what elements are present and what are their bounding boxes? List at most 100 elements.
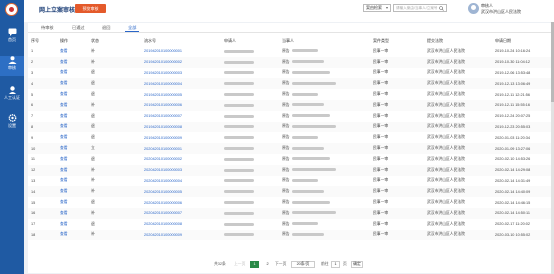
op-cell[interactable]: 查看 xyxy=(57,132,88,143)
party-cell: 原告 xyxy=(279,207,370,219)
op-cell[interactable]: 查看 xyxy=(57,207,88,219)
table-row: 17 查看退 202042010100000008 原告 民事一审 武汉市洪山区人民法院 2… xyxy=(28,219,551,230)
op-cell[interactable]: 查看 xyxy=(57,99,88,111)
no-cell: 17 xyxy=(31,222,36,227)
table-row: 6 查看补 201942010100000006 原告 民事一审 武汉市洪山区人民法院 20… xyxy=(28,99,551,111)
serial-cell[interactable]: 202042010100000008 xyxy=(141,219,221,230)
serial-cell[interactable]: 202042010100000009 xyxy=(141,229,221,241)
op-cell[interactable]: 查看 xyxy=(57,89,88,100)
table-row: 10 查看立 202042010100000001 原告 民事一审 武汉市洪山区人民法院 2… xyxy=(28,143,551,154)
serial-cell[interactable]: 201942010100000008 xyxy=(141,121,221,133)
serial-cell[interactable]: 202042010100000005 xyxy=(141,186,221,198)
serial-cell[interactable]: 202042010100000007 xyxy=(141,207,221,219)
search-input[interactable]: 请输入案由/当事人/立案号 xyxy=(393,4,447,12)
pagination: 共32条 上一页 1 2 下一页 20条/页 前往 1 页 确定 xyxy=(28,259,551,271)
applicant-cell xyxy=(221,219,279,230)
serial-cell[interactable]: 202042010100000004 xyxy=(141,176,221,187)
status-cell: 退 xyxy=(91,156,95,161)
serial-cell[interactable]: 201942010100000004 xyxy=(141,78,221,90)
serial-cell[interactable]: 201942010100000002 xyxy=(141,56,221,68)
next-page-button[interactable]: 下一页 xyxy=(275,262,286,267)
serial-cell[interactable]: 201942010100000001 xyxy=(141,46,221,57)
page-2-button[interactable]: 2 xyxy=(263,261,272,268)
search-icon[interactable] xyxy=(439,6,444,11)
op-cell[interactable]: 查看 xyxy=(57,164,88,176)
case-cell: 民事一审 xyxy=(373,200,389,205)
applicant-cell xyxy=(221,197,279,208)
applicant-cell xyxy=(221,56,279,68)
filter-select[interactable]: 案由检索 xyxy=(363,4,391,12)
op-cell[interactable]: 查看 xyxy=(57,78,88,90)
table-row: 14 查看补 202042010100000005 原告 民事一审 武汉市洪山区人民法院 2… xyxy=(28,186,551,198)
column-header: 状态 xyxy=(91,38,99,43)
date-cell: 2020-01-03 11:20:34 xyxy=(495,135,530,140)
preview-review-button[interactable]: 预览审核 xyxy=(75,4,106,13)
serial-cell[interactable]: 201942010100000005 xyxy=(141,89,221,100)
op-cell[interactable]: 查看 xyxy=(57,111,88,122)
op-cell[interactable]: 查看 xyxy=(57,176,88,187)
party-cell: 原告 xyxy=(279,154,370,165)
case-cell: 民事一审 xyxy=(370,186,424,198)
sidebar-item-auth[interactable]: 人工认证 xyxy=(0,86,24,106)
op-cell[interactable]: 查看 xyxy=(57,56,88,68)
serial-cell[interactable]: 201942010100000009 xyxy=(141,132,221,143)
column-header: 序号 xyxy=(31,38,39,43)
page-size-select[interactable]: 20条/页 xyxy=(291,261,315,268)
op-cell[interactable]: 查看 xyxy=(57,143,88,154)
avatar[interactable] xyxy=(468,3,479,14)
tab-all[interactable]: 全部 xyxy=(124,25,140,32)
total-count: 共32条 xyxy=(214,262,226,266)
badge-icon xyxy=(8,86,16,94)
party-cell: 原告 xyxy=(279,164,370,176)
serial-cell[interactable]: 202042010100000003 xyxy=(141,164,221,176)
tab-pending[interactable]: 待审核 xyxy=(41,25,54,31)
op-cell[interactable]: 查看 xyxy=(57,229,88,241)
goto-input[interactable]: 1 xyxy=(331,261,340,268)
applicant-cell xyxy=(221,229,279,241)
court-cell: 武汉市洪山区人民法院 xyxy=(424,229,492,241)
op-cell[interactable]: 查看 xyxy=(57,219,88,230)
serial-cell[interactable]: 202042010100000001 xyxy=(141,143,221,154)
party-type: 原告 xyxy=(282,124,290,129)
court-cell: 武汉市洪山区人民法院 xyxy=(427,70,465,75)
date-cell: 2020-02-14 14:50:11 xyxy=(492,207,551,219)
prev-page-button[interactable]: 上一页 xyxy=(234,262,245,267)
op-cell[interactable]: 查看 xyxy=(57,46,88,57)
tab-returned[interactable]: 退回 xyxy=(102,25,110,31)
no-cell: 18 xyxy=(28,229,57,241)
case-cell: 民事一审 xyxy=(370,207,424,219)
op-cell[interactable]: 查看 xyxy=(57,197,88,208)
table-row: 7 查看退 201942010100000007 原告 民事一审 武汉市洪山区人民法院 20… xyxy=(28,111,551,122)
sidebar-item-settings[interactable]: 设置 xyxy=(0,114,24,134)
table-row: 1 查看补 201942010100000001 原告 民事一审 武汉市洪山区人民法院 20… xyxy=(28,46,551,57)
serial-cell[interactable]: 201942010100000003 xyxy=(141,68,221,79)
op-cell[interactable]: 查看 xyxy=(57,154,88,165)
party-type: 原告 xyxy=(282,156,290,161)
table-body: 1 查看补 201942010100000001 原告 民事一审 武汉市洪山区人民法院 20… xyxy=(28,46,551,241)
sidebar-item-home[interactable]: 首页 xyxy=(0,28,24,48)
chevron-down-icon xyxy=(386,7,388,9)
tab-approved[interactable]: 已通过 xyxy=(72,25,85,31)
date-cell: 2019-12-11 15:55:16 xyxy=(492,99,551,111)
sidebar: 首页 审核 人工认证 设置 xyxy=(0,0,24,274)
op-cell[interactable]: 查看 xyxy=(57,186,88,198)
confirm-button[interactable]: 确定 xyxy=(351,261,363,268)
serial-cell[interactable]: 201942010100000006 xyxy=(141,99,221,111)
serial-cell[interactable]: 202042010100000006 xyxy=(141,197,221,208)
sidebar-item-review[interactable]: 审核 xyxy=(0,56,24,76)
status-cell: 退 xyxy=(91,135,95,140)
party-type: 原告 xyxy=(282,81,290,86)
op-cell[interactable]: 查看 xyxy=(57,68,88,79)
serial-cell[interactable]: 201942010100000007 xyxy=(141,111,221,122)
page-1-button[interactable]: 1 xyxy=(250,261,259,268)
party-cell: 原告 xyxy=(279,229,370,241)
court-cell: 武汉市洪山区人民法院 xyxy=(424,99,492,111)
case-cell: 民事一审 xyxy=(370,78,424,90)
serial-cell[interactable]: 202042010100000002 xyxy=(141,154,221,165)
applicant-cell xyxy=(221,207,279,219)
no-cell: 9 xyxy=(31,135,34,140)
op-cell[interactable]: 查看 xyxy=(57,121,88,133)
case-table: 序号 操作 状态 流水号 申请人 当事人 案件类型 提交法院 申请日期 1 查看补… xyxy=(28,36,551,241)
case-cell: 民事一审 xyxy=(370,99,424,111)
user-org: 武汉市洪山区人民法院 xyxy=(481,9,521,14)
